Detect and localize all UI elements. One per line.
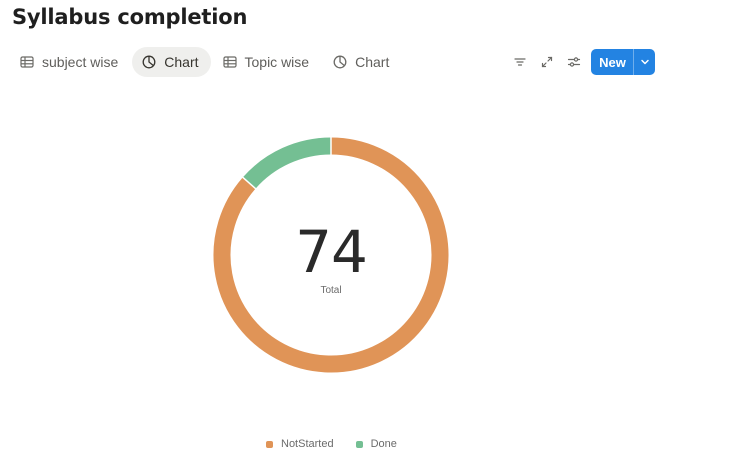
sliders-icon	[567, 57, 581, 67]
tab-label: Topic wise	[244, 54, 310, 70]
page-title: Syllabus completion	[12, 5, 248, 29]
legend-label: Done	[370, 438, 397, 450]
tab-topic-wise[interactable]: Topic wise	[213, 47, 322, 77]
chart-legend: NotStarted Done	[266, 438, 397, 450]
chart-total-label: Total	[320, 285, 342, 296]
new-button-group: New	[591, 49, 655, 75]
new-dropdown-button[interactable]	[633, 49, 655, 75]
view-tabs: subject wise Chart Topic wise Chart	[10, 47, 403, 77]
chart-total-value: 74	[295, 218, 368, 286]
filter-icon	[514, 58, 526, 66]
settings-button[interactable]	[562, 50, 586, 74]
donut-chart: 74 Total NotStarted Done	[0, 85, 740, 462]
new-button[interactable]: New	[591, 49, 633, 75]
pie-chart-icon	[333, 55, 347, 69]
table-icon	[20, 55, 34, 69]
tab-chart[interactable]: Chart	[132, 47, 211, 77]
chevron-down-icon	[640, 59, 649, 65]
legend-swatch	[355, 440, 363, 448]
donut-slice-done[interactable]	[242, 137, 332, 189]
pie-chart-icon	[142, 55, 156, 69]
filter-button[interactable]	[508, 50, 532, 74]
tab-label: Chart	[355, 54, 390, 70]
legend-item-notstarted[interactable]: NotStarted	[266, 438, 334, 450]
tab-subject-wise[interactable]: subject wise	[10, 47, 130, 77]
tab-label: Chart	[164, 54, 199, 70]
expand-button[interactable]	[535, 50, 559, 74]
expand-icon	[541, 56, 553, 68]
legend-item-done[interactable]: Done	[355, 438, 397, 450]
legend-label: NotStarted	[281, 438, 334, 450]
tab-label: subject wise	[42, 54, 119, 70]
table-icon	[222, 55, 237, 69]
tab-chart-2[interactable]: Chart	[323, 47, 401, 77]
view-toolbar	[508, 49, 589, 75]
legend-swatch	[266, 440, 273, 448]
